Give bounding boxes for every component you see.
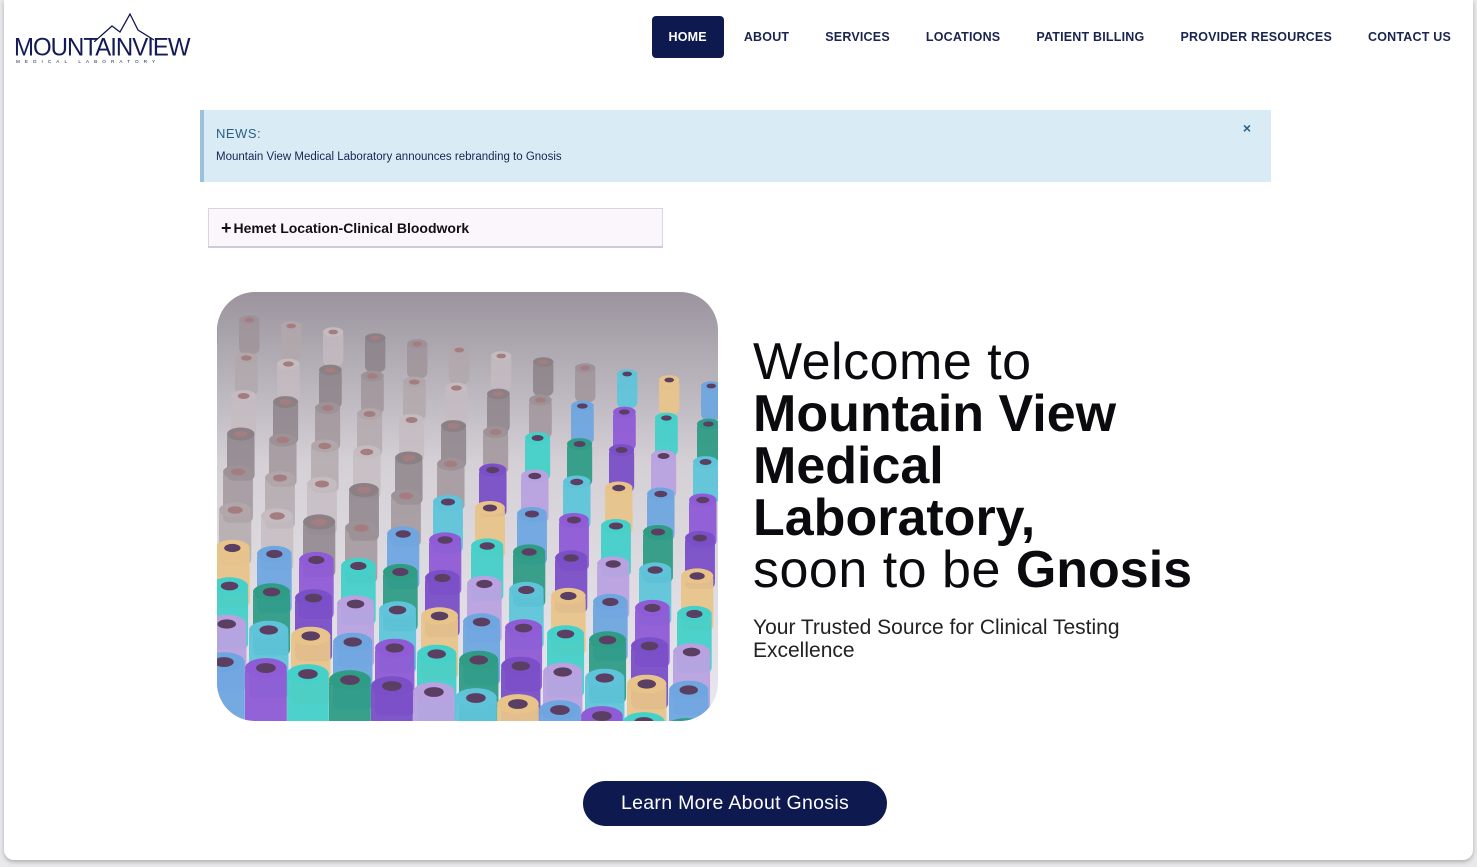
test-tube (329, 670, 371, 721)
close-icon[interactable]: × (1243, 120, 1251, 136)
hero-line-medical: Medical (753, 437, 944, 495)
test-tube (323, 327, 344, 366)
test-tube (613, 406, 636, 451)
plus-icon: + (221, 217, 232, 238)
hero-line-gnosis: soon to be Gnosis (753, 544, 1313, 596)
test-tube (697, 418, 718, 463)
nav-provider-resources[interactable]: PROVIDER RESOURCES (1162, 16, 1350, 58)
test-tube (407, 339, 428, 378)
test-tube (281, 321, 302, 360)
test-tube (403, 376, 426, 421)
hero-line-welcome: Welcome to (753, 333, 1032, 391)
test-tube (533, 357, 554, 396)
test-tube (617, 369, 638, 408)
test-tube (659, 375, 680, 414)
test-tube (575, 363, 596, 402)
test-tube (319, 364, 342, 409)
test-tube (701, 381, 718, 420)
test-tube (455, 688, 497, 721)
site-logo[interactable]: MOUNTAINVIEW MEDICAL LABORATORY (14, 12, 191, 68)
test-tubes-illustration (217, 312, 718, 721)
test-tube (655, 412, 678, 457)
location-accordion[interactable]: + Hemet Location-Clinical Bloodwork (208, 208, 663, 248)
test-tube (277, 358, 300, 403)
nav-patient-billing[interactable]: PATIENT BILLING (1018, 16, 1162, 58)
test-tube (669, 680, 709, 721)
test-tube (371, 676, 413, 721)
news-text[interactable]: Mountain View Medical Laboratory announc… (216, 151, 562, 163)
hero-subtitle: Your Trusted Source for Clinical Testing… (753, 616, 1120, 662)
test-tube (235, 352, 258, 397)
news-banner: NEWS: Mountain View Medical Laboratory a… (200, 110, 1271, 182)
browser-page: MOUNTAINVIEW MEDICAL LABORATORY HOME ABO… (4, 0, 1473, 860)
test-tube (449, 345, 470, 384)
test-tube (361, 370, 384, 415)
hero-image (217, 292, 718, 721)
nav-about[interactable]: ABOUT (726, 16, 807, 58)
news-label: NEWS: (216, 126, 262, 141)
main-nav: HOME ABOUT SERVICES LOCATIONS PATIENT BI… (651, 16, 1470, 58)
test-tube (571, 400, 594, 445)
hero-line-mountain-view: Mountain View (753, 385, 1117, 443)
logo-subtitle: MEDICAL LABORATORY (16, 59, 161, 64)
test-tube (365, 333, 386, 372)
nav-home[interactable]: HOME (651, 16, 724, 58)
test-tube (497, 694, 539, 721)
nav-locations[interactable]: LOCATIONS (908, 16, 1018, 58)
accordion-label: Hemet Location-Clinical Bloodwork (233, 219, 470, 236)
hero-gnosis-text: Gnosis (1015, 541, 1193, 599)
hero-soon-text: soon to be (753, 541, 1016, 599)
hero-heading: Welcome to Mountain View Medical Laborat… (753, 336, 1313, 662)
test-tube (287, 664, 329, 721)
test-tube (217, 652, 245, 721)
learn-more-button[interactable]: Learn More About Gnosis (583, 781, 887, 826)
nav-contact-us[interactable]: CONTACT US (1350, 16, 1469, 58)
test-tube (245, 658, 287, 721)
test-tube (491, 351, 512, 390)
test-tube (539, 700, 581, 721)
test-tube (445, 382, 468, 427)
test-tube (239, 315, 260, 354)
test-tube (413, 682, 455, 721)
test-tube (529, 394, 552, 439)
nav-services[interactable]: SERVICES (807, 16, 908, 58)
test-tube (487, 388, 510, 433)
hero-line-laboratory: Laboratory, (753, 489, 1036, 547)
